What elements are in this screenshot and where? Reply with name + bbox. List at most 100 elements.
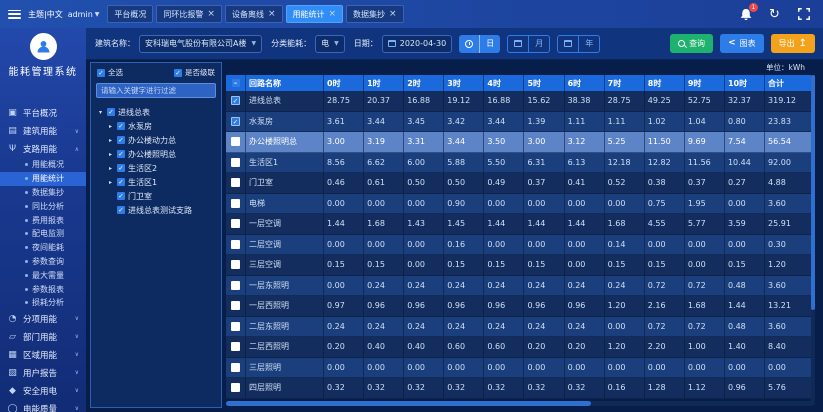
sidebar-subitem-用能统计[interactable]: 用能统计 (0, 172, 86, 186)
tree-node-门卫室[interactable]: ✓门卫室 (91, 189, 221, 203)
sidebar-item-建筑用能[interactable]: ▤建筑用能∨ (0, 122, 86, 140)
checkbox-checked[interactable]: ✓ (117, 164, 125, 172)
tab-2[interactable]: 同环比报警× (156, 5, 222, 23)
close-icon[interactable]: × (329, 10, 337, 19)
table-row-办公楼照明总[interactable]: 办公楼照明总3.003.193.313.443.503.003.125.2511… (226, 132, 815, 153)
table-row-一层东照明[interactable]: 一层东照明0.000.240.240.240.240.240.240.240.7… (226, 276, 815, 297)
fullscreen-icon[interactable] (796, 7, 811, 22)
tree-node-水泵房[interactable]: ▸✓水泵房 (91, 119, 221, 133)
granularity-year-button[interactable]: 年 (557, 35, 600, 53)
checkbox-checked[interactable]: ✓ (231, 117, 240, 126)
caret-expanded-icon[interactable]: ▾ (97, 109, 104, 116)
select-all-checkbox[interactable]: ✓ 全选 (97, 67, 123, 78)
category-select[interactable]: 电 ▼ (315, 35, 345, 53)
checkbox-unchecked[interactable] (231, 219, 240, 228)
sidebar-item-部门用能[interactable]: ▱部门用能∨ (0, 328, 86, 346)
sidebar-item-电能质量[interactable]: ◯电能质量∨ (0, 400, 86, 412)
table-row-三层空调[interactable]: 三层空调0.150.150.000.150.150.150.000.150.15… (226, 255, 815, 276)
checkbox-checked[interactable]: ✓ (117, 122, 125, 130)
sidebar-subitem-数据集抄[interactable]: 数据集抄 (0, 186, 86, 200)
table-row-进线总表[interactable]: ✓进线总表28.7520.3716.8819.1216.8815.6238.38… (226, 91, 815, 112)
sidebar-item-区域用能[interactable]: ▦区域用能∨ (0, 346, 86, 364)
checkbox-unchecked[interactable] (231, 342, 240, 351)
tab-4[interactable]: 用能统计× (286, 5, 344, 23)
sidebar-subitem-配电监测[interactable]: 配电监测 (0, 227, 86, 241)
horizontal-scrollbar[interactable] (226, 401, 815, 406)
sidebar-item-安全用电[interactable]: ◆安全用电∨ (0, 382, 86, 400)
table-row-二层西照明[interactable]: 二层西照明0.200.400.400.600.600.200.201.202.2… (226, 337, 815, 358)
user-menu[interactable]: admin (68, 10, 93, 19)
cascade-checkbox[interactable]: ✓ 是否级联 (174, 67, 215, 78)
close-icon[interactable]: × (389, 10, 397, 19)
sidebar-subitem-参数查询[interactable]: 参数查询 (0, 255, 86, 269)
caret-collapsed-icon[interactable]: ▸ (107, 123, 114, 130)
close-icon[interactable]: × (207, 10, 215, 19)
sidebar-item-支路用能[interactable]: Ψ支路用能∧ (0, 140, 86, 158)
tab-3[interactable]: 设备离线× (225, 5, 283, 23)
checkbox-checked[interactable]: ✓ (117, 136, 125, 144)
sidebar-subitem-费用报表[interactable]: 费用报表 (0, 213, 86, 227)
caret-collapsed-icon[interactable]: ▸ (107, 137, 114, 144)
close-icon[interactable]: × (268, 10, 276, 19)
checkbox-unchecked[interactable] (231, 199, 240, 208)
table-row-生活区1[interactable]: 生活区18.566.626.005.885.506.316.1312.1812.… (226, 153, 815, 174)
tree-search-input[interactable] (96, 83, 216, 98)
sidebar-subitem-用能概况[interactable]: 用能概况 (0, 158, 86, 172)
checkbox-checked[interactable]: ✓ (107, 108, 115, 116)
caret-collapsed-icon[interactable]: ▸ (107, 151, 114, 158)
checkbox-unchecked[interactable] (231, 260, 240, 269)
table-row-四层照明[interactable]: 四层照明0.320.320.320.320.320.320.320.161.28… (226, 378, 815, 399)
checkbox-checked[interactable]: ✓ (117, 178, 125, 186)
granularity-month-button[interactable]: 月 (507, 35, 550, 53)
table-row-二层空调[interactable]: 二层空调0.000.000.000.160.000.000.000.140.00… (226, 235, 815, 256)
checkbox-unchecked[interactable] (231, 240, 240, 249)
table-row-三层照明[interactable]: 三层照明0.000.000.000.000.000.000.000.000.00… (226, 358, 815, 379)
sidebar-item-平台概况[interactable]: ▣平台概况 (0, 104, 86, 122)
building-select[interactable]: 安科瑞电气股份有限公司A楼 ▼ (139, 35, 262, 53)
sidebar-item-分项用能[interactable]: ◔分项用能∨ (0, 310, 86, 328)
sidebar-subitem-夜间能耗[interactable]: 夜间能耗 (0, 241, 86, 255)
sidebar-subitem-损耗分析[interactable]: 损耗分析 (0, 296, 86, 310)
checkbox-unchecked[interactable] (231, 158, 240, 167)
checkbox-checked[interactable]: ✓ (117, 192, 125, 200)
checkbox-unchecked[interactable] (231, 137, 240, 146)
checkbox-checked[interactable]: ✓ (231, 96, 240, 105)
sidebar-subitem-同比分析[interactable]: 同比分析 (0, 199, 86, 213)
checkbox-checked[interactable]: ✓ (117, 206, 125, 214)
sidebar-subitem-参数报表[interactable]: 参数报表 (0, 282, 86, 296)
checkbox-unchecked[interactable] (231, 363, 240, 372)
tree-node-进线总表测试支路[interactable]: ✓进线总表测试支路 (91, 203, 221, 217)
checkbox-unchecked[interactable] (231, 281, 240, 290)
checkbox-checked[interactable]: ✓ (117, 150, 125, 158)
checkbox-unchecked[interactable] (231, 301, 240, 310)
notification-bell-icon[interactable]: 1 (738, 7, 753, 22)
sidebar-item-用户报告[interactable]: ▨用户报告∨ (0, 364, 86, 382)
checkbox-unchecked[interactable] (231, 178, 240, 187)
scrollbar-thumb[interactable] (811, 75, 815, 310)
checkbox-indeterminate[interactable]: – (232, 79, 240, 87)
table-row-电梯[interactable]: 电梯0.000.000.000.900.000.000.000.000.751.… (226, 194, 815, 215)
caret-collapsed-icon[interactable]: ▸ (107, 165, 114, 172)
scrollbar-thumb[interactable] (226, 401, 591, 406)
checkbox-unchecked[interactable] (231, 383, 240, 392)
brand-language-switch[interactable]: 主题|中文 (28, 9, 63, 20)
date-input[interactable]: 2020-04-30 (382, 35, 453, 53)
tab-5[interactable]: 数据集抄× (346, 5, 404, 23)
granularity-day-button[interactable]: 日 (459, 35, 500, 53)
table-row-一层西照明[interactable]: 一层西照明0.970.960.960.960.960.960.961.202.1… (226, 296, 815, 317)
query-button[interactable]: 查询 (670, 34, 713, 53)
export-button[interactable]: 导出 ↥ (771, 34, 815, 53)
tab-1[interactable]: 平台概况 (107, 5, 153, 23)
tree-node-生活区2[interactable]: ▸✓生活区2 (91, 161, 221, 175)
tree-node-生活区1[interactable]: ▸✓生活区1 (91, 175, 221, 189)
hamburger-menu-icon[interactable] (8, 10, 21, 19)
sidebar-subitem-最大需量[interactable]: 最大需量 (0, 268, 86, 282)
tree-node-进线总表[interactable]: ▾✓进线总表 (91, 105, 221, 119)
tree-node-办公楼照明总[interactable]: ▸✓办公楼照明总 (91, 147, 221, 161)
tree-node-办公楼动力总[interactable]: ▸✓办公楼动力总 (91, 133, 221, 147)
refresh-icon[interactable]: ↻ (767, 7, 782, 22)
checkbox-unchecked[interactable] (231, 322, 240, 331)
table-row-二层东照明[interactable]: 二层东照明0.240.240.240.240.240.240.240.000.7… (226, 317, 815, 338)
chart-button[interactable]: < 图表 (720, 34, 764, 53)
table-row-水泵房[interactable]: ✓水泵房3.613.443.453.423.441.391.111.111.02… (226, 112, 815, 133)
